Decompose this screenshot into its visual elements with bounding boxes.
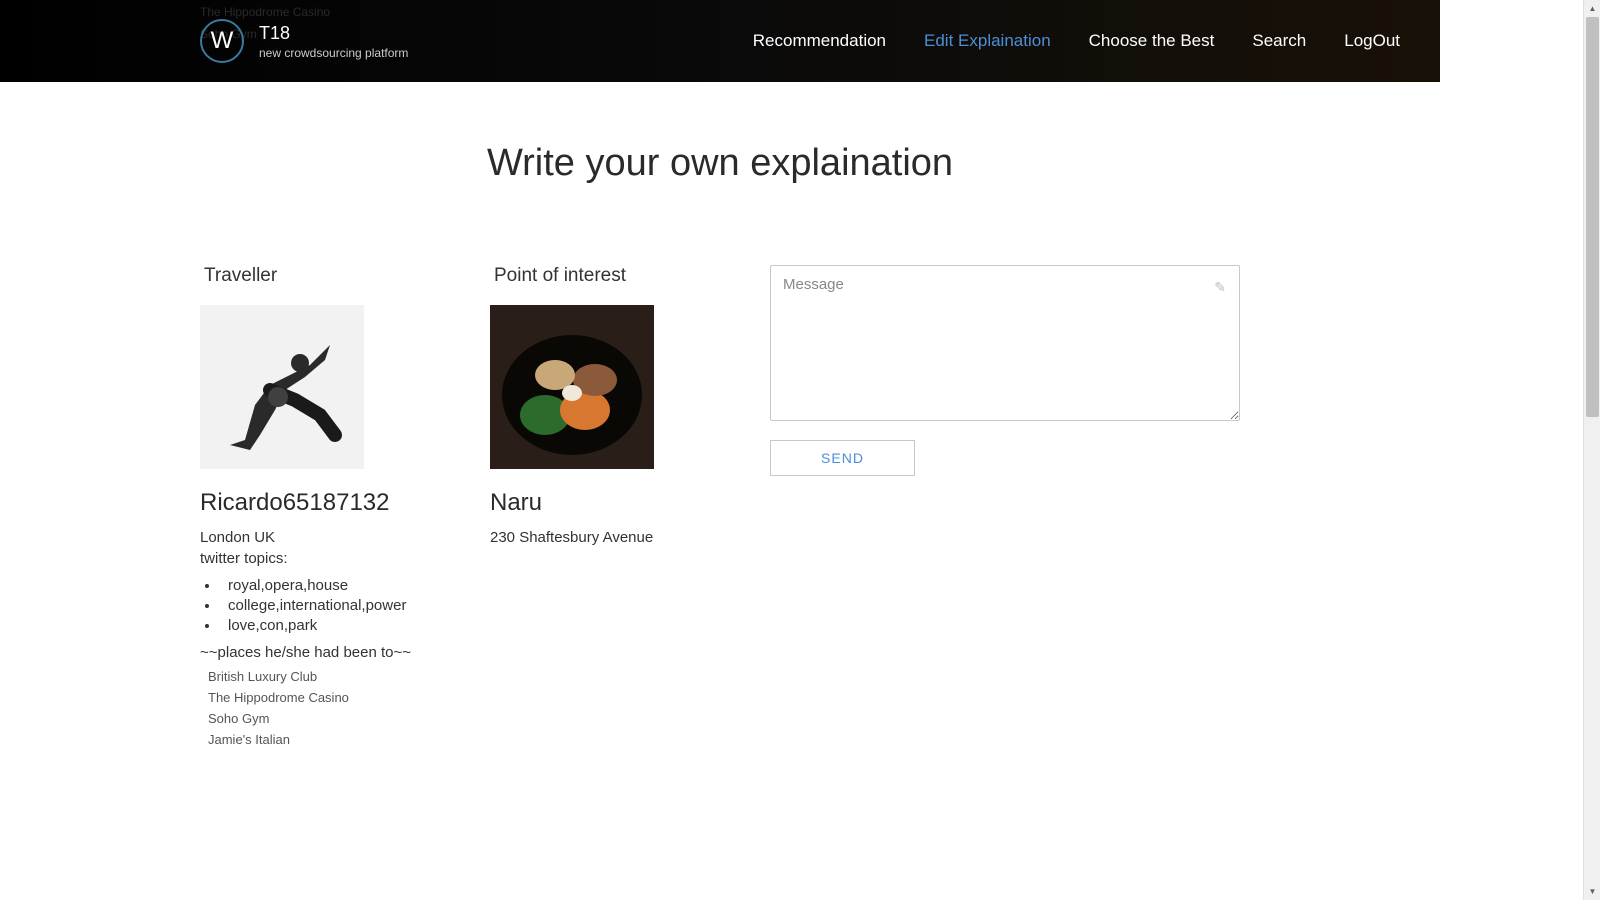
- brand-subtitle: new crowdsourcing platform: [259, 46, 408, 60]
- nav-edit-explaination[interactable]: Edit Explaination: [924, 31, 1051, 51]
- traveller-name: Ricardo65187132: [200, 489, 450, 517]
- message-input[interactable]: [770, 265, 1240, 421]
- scrollbar-thumb[interactable]: [1586, 17, 1599, 417]
- list-item: royal,opera,house: [220, 577, 450, 594]
- logo-group[interactable]: W T18 new crowdsourcing platform: [200, 19, 408, 63]
- traveller-label: Traveller: [204, 265, 450, 287]
- places-list: British Luxury Club The Hippodrome Casin…: [208, 669, 450, 747]
- poi-address: 230 Shaftesbury Avenue: [490, 529, 730, 546]
- list-item: love,con,park: [220, 617, 450, 634]
- nav-logout[interactable]: LogOut: [1344, 31, 1400, 51]
- traveller-location: London UK: [200, 529, 450, 546]
- send-button[interactable]: SEND: [770, 440, 915, 476]
- main-nav: Recommendation Edit Explaination Choose …: [753, 31, 1400, 51]
- message-wrapper: ✎: [770, 265, 1240, 426]
- scroll-down-icon[interactable]: ▼: [1584, 883, 1600, 900]
- list-item: British Luxury Club: [208, 669, 450, 684]
- nav-search[interactable]: Search: [1252, 31, 1306, 51]
- list-item: college,international,power: [220, 597, 450, 614]
- poi-name: Naru: [490, 489, 730, 517]
- list-item: Soho Gym: [208, 711, 450, 726]
- nav-choose-best[interactable]: Choose the Best: [1089, 31, 1215, 51]
- content-row: Traveller Ricardo65187132 London UK twit…: [200, 265, 1240, 753]
- poi-column: Point of interest Naru 230 Shaftesbury A…: [490, 265, 730, 753]
- brand-title: T18: [259, 23, 408, 44]
- logo-text: T18 new crowdsourcing platform: [259, 23, 408, 60]
- page-title: Write your own explaination: [200, 142, 1240, 185]
- message-column: ✎ SEND: [770, 265, 1240, 753]
- poi-image: [490, 305, 654, 469]
- dancer-icon: [200, 305, 364, 469]
- twitter-topics-list: royal,opera,house college,international,…: [220, 577, 450, 634]
- list-item: Jamie's Italian: [208, 732, 450, 747]
- food-icon: [490, 305, 654, 469]
- scroll-up-icon[interactable]: ▲: [1584, 0, 1600, 17]
- list-item: The Hippodrome Casino: [208, 690, 450, 705]
- poi-label: Point of interest: [494, 265, 730, 287]
- nav-recommendation[interactable]: Recommendation: [753, 31, 886, 51]
- places-label: ~~places he/she had been to~~: [200, 644, 450, 661]
- scrollbar[interactable]: ▲ ▼: [1583, 0, 1600, 900]
- main-content: Write your own explaination Traveller Ri…: [0, 82, 1440, 793]
- traveller-image: [200, 305, 364, 469]
- traveller-column: Traveller Ricardo65187132 London UK twit…: [200, 265, 450, 753]
- logo-icon: W: [200, 19, 244, 63]
- twitter-topics-label: twitter topics:: [200, 550, 450, 567]
- main-header: The Hippodrome Casino Soho Gym W T18 new…: [0, 0, 1440, 82]
